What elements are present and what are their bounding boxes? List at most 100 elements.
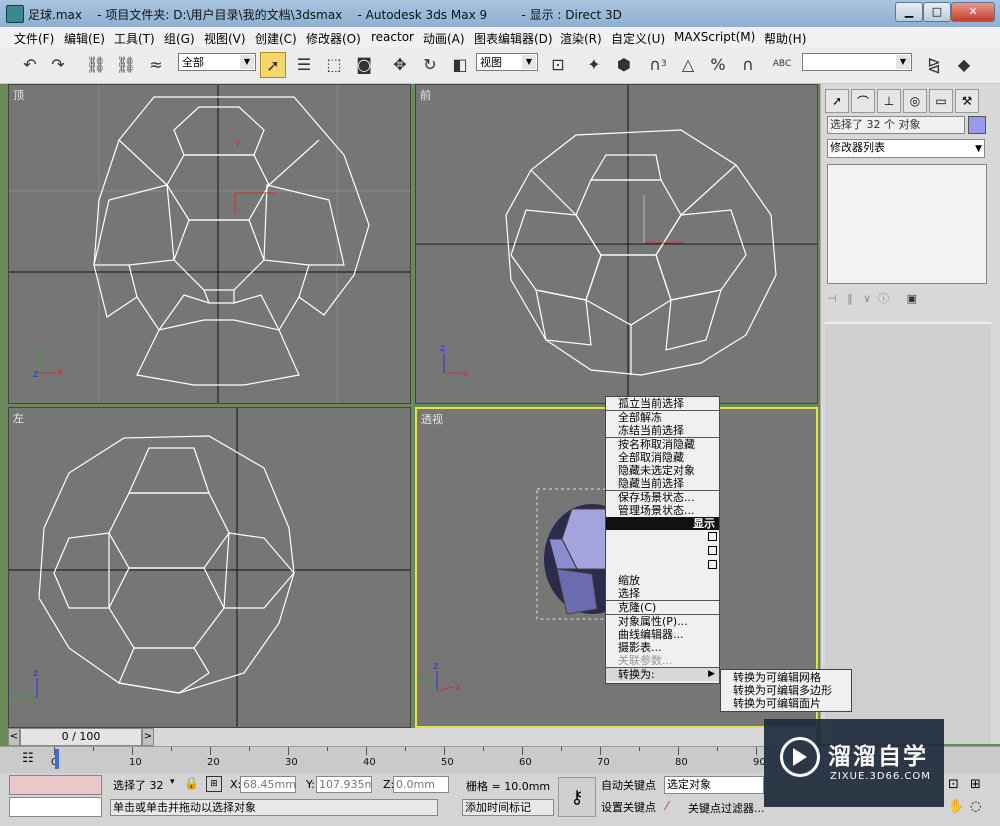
window-crossing-icon[interactable]: ◙ <box>352 52 376 76</box>
time-slider[interactable]: < 0 / 100 > <box>8 728 816 746</box>
rotate-icon[interactable]: ↻ <box>418 52 442 76</box>
chevron-down-icon[interactable]: ▾ <box>170 777 175 787</box>
redo-icon[interactable]: ↷ <box>46 52 70 76</box>
set-key-button[interactable]: 设置关键点 <box>601 799 656 815</box>
motion-tab-icon[interactable]: ◎ <box>903 89 927 113</box>
menu-modifiers[interactable]: 修改器(O) <box>304 29 363 48</box>
remove-modifier-icon[interactable]: ⓘ <box>878 292 889 305</box>
display-tab-icon[interactable]: ▭ <box>929 89 953 113</box>
menu-hide-unselected[interactable]: 隐藏未选定对象 <box>606 464 719 477</box>
viewport-top[interactable]: y y x z 顶 <box>8 84 411 404</box>
create-tab-icon[interactable]: ➚ <box>825 89 849 113</box>
move-icon[interactable]: ✥ <box>388 52 412 76</box>
key-filters-button[interactable]: 关键点过滤器... <box>688 800 765 816</box>
object-name-field[interactable]: 选择了 32 个 对象 <box>827 116 965 134</box>
menu-freeze-selection[interactable]: 冻结当前选择 <box>606 424 719 437</box>
add-time-tag-button[interactable]: 添加时间标记 <box>462 799 554 816</box>
align-icon[interactable]: ◆ <box>952 52 976 76</box>
menu-clone[interactable]: 克隆(C) <box>606 601 719 614</box>
zoom-all-icon[interactable]: ⊞ <box>970 777 981 792</box>
close-button[interactable]: ✕ <box>951 2 995 22</box>
menu-file[interactable]: 文件(F) <box>12 29 56 48</box>
configure-sets-icon[interactable]: ▣ <box>907 292 917 305</box>
menu-unfreeze-all[interactable]: 全部解冻 <box>606 411 719 424</box>
orbit-icon[interactable]: ◌ <box>970 799 981 814</box>
menu-convert-editable-mesh[interactable]: 转换为可编辑网格 <box>721 671 851 684</box>
menu-isolate-selection[interactable]: 孤立当前选择 <box>606 397 719 410</box>
spinner-snap-icon[interactable]: ∩ <box>736 52 760 76</box>
zoom-extents-icon[interactable]: ⊡ <box>948 777 959 792</box>
menu-maxscript[interactable]: MAXScript(M) <box>672 29 757 45</box>
x-coordinate-field[interactable]: 68.45mm <box>240 776 296 793</box>
rectangular-selection-icon[interactable]: ⬚ <box>322 52 346 76</box>
menu-rendering[interactable]: 渲染(R) <box>558 29 604 48</box>
maximize-button[interactable]: □ <box>923 2 951 22</box>
menu-unhide-all[interactable]: 全部取消隐藏 <box>606 451 719 464</box>
menu-help[interactable]: 帮助(H) <box>762 29 808 48</box>
checkbox-icon[interactable] <box>708 532 717 541</box>
menu-scale[interactable]: 缩放 <box>606 574 719 587</box>
menu-views[interactable]: 视图(V) <box>202 29 248 48</box>
modifier-list-dropdown[interactable]: 修改器列表 ▼ <box>827 139 985 158</box>
menu-edit[interactable]: 编辑(E) <box>62 29 107 48</box>
named-selection-dropdown[interactable]: ▼ <box>802 53 912 71</box>
mirror-icon[interactable]: ⧎ <box>922 52 946 76</box>
menu-customize[interactable]: 自定义(U) <box>609 29 667 48</box>
menu-convert-to[interactable]: 转换为: ▶ <box>606 668 719 681</box>
pin-stack-icon[interactable]: ⊣ <box>827 292 837 305</box>
edit-named-selection-icon[interactable]: ABC <box>770 52 794 76</box>
menu-tools[interactable]: 工具(T) <box>112 29 157 48</box>
menu-graph-editors[interactable]: 图表编辑器(D) <box>472 29 555 48</box>
menu-convert-editable-poly[interactable]: 转换为可编辑多边形 <box>721 684 851 697</box>
select-by-name-icon[interactable]: ☰ <box>292 52 316 76</box>
menu-manage-scene-states[interactable]: 管理场景状态... <box>606 504 719 517</box>
link-icon[interactable]: ⛓ <box>84 52 108 76</box>
viewport-label-front[interactable]: 前 <box>420 87 431 103</box>
select-manipulate-icon[interactable]: ✦ <box>582 52 606 76</box>
z-coordinate-field[interactable]: 0.0mm <box>393 776 449 793</box>
pan-view-icon[interactable]: ✋ <box>948 799 964 814</box>
key-filter-icon[interactable]: ⁄ <box>666 799 668 813</box>
percent-snap-icon[interactable]: % <box>706 52 730 76</box>
key-mode-dropdown[interactable]: 选定对象 <box>664 776 764 794</box>
menu-animation[interactable]: 动画(A) <box>421 29 467 48</box>
menu-save-scene-state[interactable]: 保存场景状态... <box>606 491 719 504</box>
viewport-label-top[interactable]: 顶 <box>13 87 24 103</box>
time-slider-thumb[interactable]: 0 / 100 <box>20 728 142 746</box>
viewport-left[interactable]: z y 左 <box>8 407 411 728</box>
menu-create[interactable]: 创建(C) <box>253 29 299 48</box>
maxscript-listener-mini[interactable] <box>9 775 102 795</box>
set-key-icon[interactable]: ⚷ <box>558 777 596 817</box>
menu-unhide-by-name[interactable]: 按名称取消隐藏 <box>606 438 719 451</box>
auto-key-button[interactable]: 自动关键点 <box>601 777 656 793</box>
maxscript-input-mini[interactable] <box>9 797 102 817</box>
menu-curve-editor[interactable]: 曲线编辑器... <box>606 628 719 641</box>
menu-dope-sheet[interactable]: 摄影表... <box>606 641 719 654</box>
open-mini-curve-editor-icon[interactable]: ☷ <box>18 751 38 769</box>
select-object-icon[interactable]: ➚ <box>260 52 286 78</box>
object-color-swatch[interactable] <box>968 116 986 134</box>
scale-icon[interactable]: ◧ <box>448 52 472 76</box>
checkbox-icon[interactable] <box>708 560 717 569</box>
hierarchy-tab-icon[interactable]: ⊥ <box>877 89 901 113</box>
menu-convert-editable-patch[interactable]: 转换为可编辑面片 <box>721 697 851 710</box>
app-icon[interactable] <box>6 5 24 23</box>
show-end-result-icon[interactable]: ‖ <box>847 292 853 305</box>
viewport-label-left[interactable]: 左 <box>13 410 24 426</box>
keyboard-shortcut-icon[interactable]: ⬢ <box>612 52 636 76</box>
modify-tab-icon[interactable]: ⌒ <box>851 89 875 113</box>
time-slider-prev-icon[interactable]: < <box>8 728 20 746</box>
utilities-tab-icon[interactable]: ⚒ <box>955 89 979 113</box>
viewport-front[interactable]: z x 前 <box>415 84 818 404</box>
menu-group[interactable]: 组(G) <box>162 29 197 48</box>
reference-coordinate-dropdown[interactable]: 视图 ▼ <box>476 53 538 71</box>
menu-object-properties[interactable]: 对象属性(P)... <box>606 615 719 628</box>
y-coordinate-field[interactable]: 107.935mm <box>316 776 372 793</box>
menu-hide-selection[interactable]: 隐藏当前选择 <box>606 477 719 490</box>
menu-reactor[interactable]: reactor <box>369 29 416 45</box>
unlink-icon[interactable]: ⛓ <box>114 52 138 76</box>
pivot-center-icon[interactable]: ⊡ <box>546 52 570 76</box>
angle-snap-icon[interactable]: △ <box>676 52 700 76</box>
checkbox-icon[interactable] <box>708 546 717 555</box>
modifier-stack[interactable] <box>827 164 987 284</box>
